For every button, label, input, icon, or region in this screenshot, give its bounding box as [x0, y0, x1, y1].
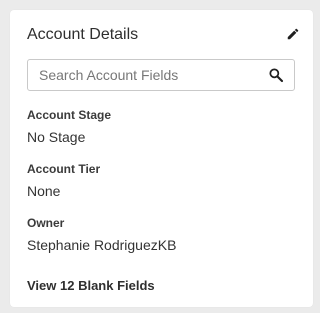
card-header: Account Details — [27, 24, 303, 46]
search-field — [27, 59, 295, 91]
account-details-card: Account Details Account Stage No Stage A… — [10, 10, 313, 307]
field-label-account-tier: Account Tier — [27, 162, 101, 176]
pencil-icon — [287, 28, 299, 40]
field-value-account-tier: None — [27, 183, 61, 199]
search-icon[interactable] — [268, 67, 284, 83]
edit-button[interactable] — [283, 24, 303, 44]
field-value-account-stage: No Stage — [27, 129, 86, 145]
search-input[interactable] — [28, 60, 269, 90]
field-label-owner: Owner — [27, 216, 65, 230]
card-title: Account Details — [27, 26, 139, 43]
field-label-account-stage: Account Stage — [27, 108, 112, 122]
field-value-owner: Stephanie RodriguezKB — [27, 237, 177, 253]
view-blank-fields-link[interactable]: View 12 Blank Fields — [27, 278, 155, 293]
